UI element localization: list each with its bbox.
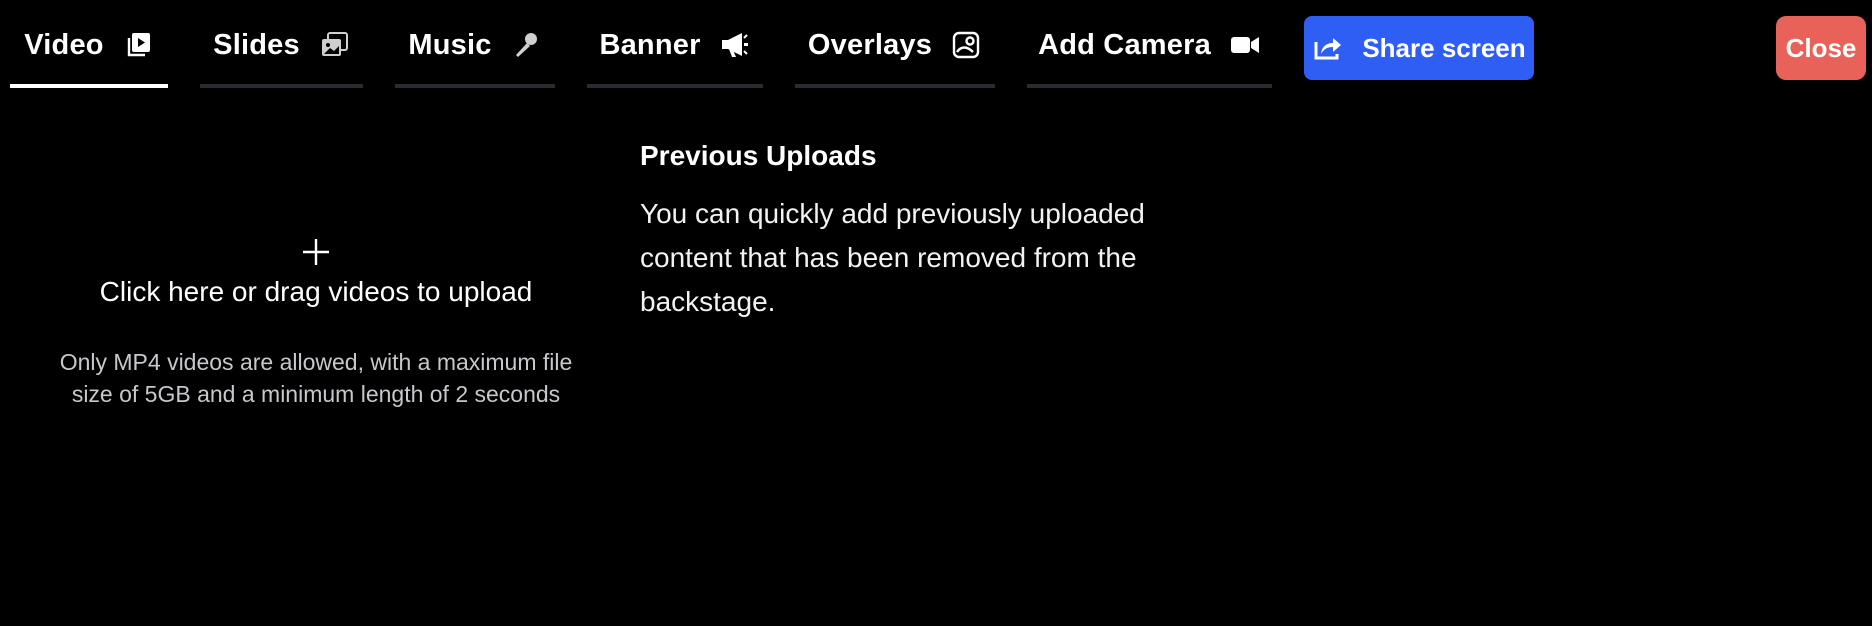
previous-uploads-description: You can quickly add previously uploaded … <box>640 198 1145 317</box>
previous-uploads-title: Previous Uploads <box>640 140 877 171</box>
tab-music[interactable]: Music <box>395 14 555 88</box>
tab-overlays[interactable]: Overlays <box>795 14 995 88</box>
plus-icon <box>303 239 329 265</box>
tab-banner-label: Banner <box>599 28 701 61</box>
video-upload-dropzone[interactable]: Click here or drag videos to upload Only… <box>40 236 592 466</box>
megaphone-icon <box>719 29 751 61</box>
close-button[interactable]: Close <box>1776 16 1866 80</box>
tab-slides[interactable]: Slides <box>200 14 363 88</box>
tab-banner[interactable]: Banner <box>587 14 763 88</box>
video-file-icon <box>122 29 154 61</box>
tab-add-camera[interactable]: Add Camera <box>1027 14 1272 88</box>
tab-video-label: Video <box>24 28 104 61</box>
share-arrow-icon <box>1312 32 1344 64</box>
tab-slides-label: Slides <box>213 28 300 61</box>
upload-title: Click here or drag videos to upload <box>99 276 533 307</box>
tab-music-label: Music <box>408 28 492 61</box>
tab-add-camera-label: Add Camera <box>1038 28 1211 61</box>
previous-uploads-section: Previous Uploads You can quickly add pre… <box>640 140 1260 324</box>
camera-icon <box>1229 29 1261 61</box>
tab-overlays-label: Overlays <box>807 28 933 61</box>
share-screen-label: Share screen <box>1362 32 1526 63</box>
microphone-icon <box>510 29 542 61</box>
overlays-icon <box>950 29 982 61</box>
slides-icon <box>318 29 350 61</box>
close-button-label: Close <box>1785 32 1857 63</box>
share-screen-button[interactable]: Share screen <box>1304 16 1534 80</box>
top-toolbar: Video Slides Music Banner Overlays Add C… <box>0 0 1872 90</box>
tab-video[interactable]: Video <box>10 14 168 88</box>
upload-help-text: Only MP4 videos are allowed, with a maxi… <box>59 349 573 407</box>
